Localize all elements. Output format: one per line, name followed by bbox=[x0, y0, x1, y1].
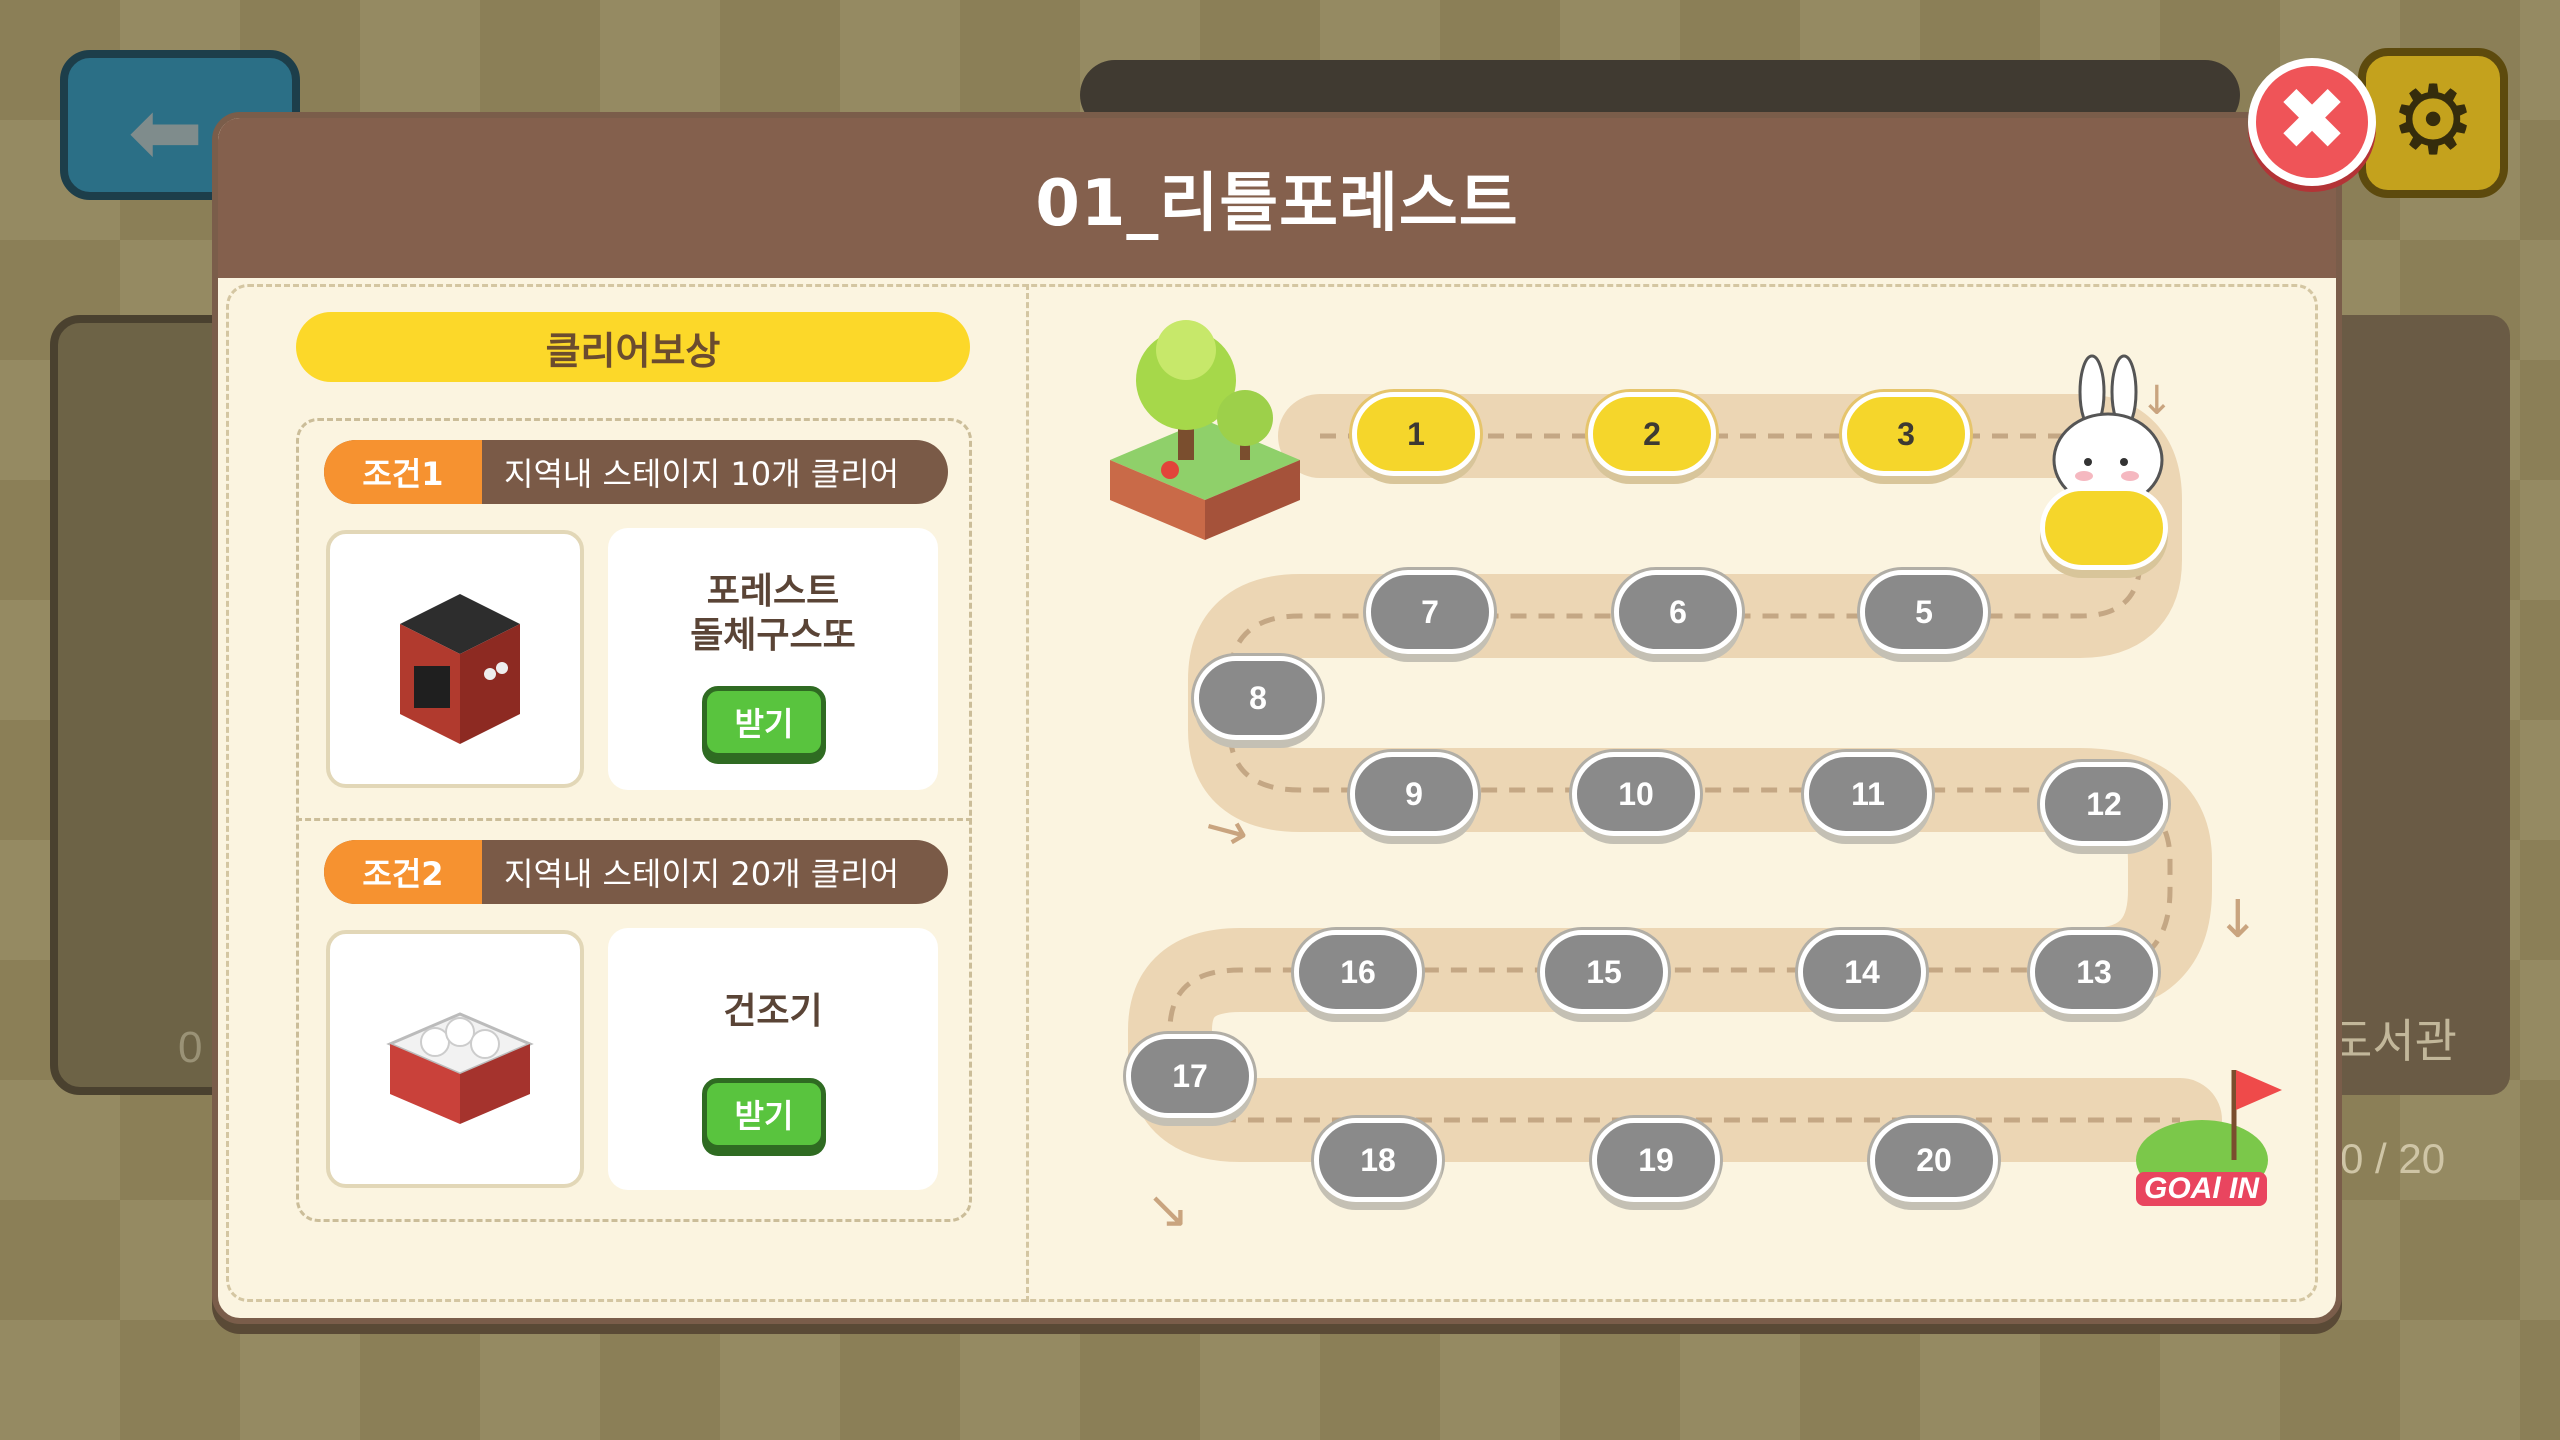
popup-title: 01_리틀포레스트 bbox=[1035, 167, 1519, 241]
background-right-card bbox=[2320, 315, 2510, 1095]
dryer-icon bbox=[386, 1012, 534, 1124]
stage-7[interactable]: 7 bbox=[1366, 570, 1494, 654]
right-card-label: 도서관 bbox=[2330, 1015, 2457, 1067]
reward-item-2-card bbox=[326, 930, 584, 1188]
condition-2-text: 지역내 스테이지 20개 클리어 bbox=[504, 855, 900, 893]
stage-12[interactable]: 12 bbox=[2040, 762, 2168, 846]
settings-button[interactable]: ⚙ bbox=[2358, 48, 2508, 198]
stage-2[interactable]: 2 bbox=[1588, 392, 1716, 476]
stage-11[interactable]: 11 bbox=[1804, 752, 1932, 836]
reward-item-1-info: 포레스트 돌체구스또 받기 bbox=[608, 528, 938, 790]
receive-button-2[interactable]: 받기 bbox=[702, 1078, 826, 1150]
coffee-machine-icon bbox=[400, 594, 520, 744]
direction-arrow-icon: ↘ bbox=[1146, 1180, 1190, 1240]
reward-item-1-name-line2: 돌체구스또 bbox=[690, 615, 856, 656]
close-button[interactable]: ✖ bbox=[2248, 58, 2376, 186]
gear-icon: ⚙ bbox=[2389, 64, 2477, 176]
stage-6[interactable]: 6 bbox=[1614, 570, 1742, 654]
panel-divider bbox=[1026, 284, 1029, 1302]
right-card-count: 0 / 20 bbox=[2340, 1135, 2446, 1182]
stage-20[interactable]: 20 bbox=[1870, 1118, 1998, 1202]
stage-14[interactable]: 14 bbox=[1798, 930, 1926, 1014]
goal-label: GOAl IN bbox=[2136, 1172, 2268, 1206]
stage-18[interactable]: 18 bbox=[1314, 1118, 1442, 1202]
goal-flag[interactable]: GOAl IN bbox=[2132, 1060, 2282, 1210]
condition-2-tag: 조건2 bbox=[324, 840, 482, 904]
reward-item-1-card bbox=[326, 530, 584, 788]
left-card-label: 0 bbox=[178, 1023, 203, 1072]
forest-island-icon bbox=[1110, 320, 1300, 540]
stage-5[interactable]: 5 bbox=[1860, 570, 1988, 654]
stage-4-current[interactable] bbox=[2040, 486, 2168, 570]
stage-13[interactable]: 13 bbox=[2030, 930, 2158, 1014]
reward-separator bbox=[296, 818, 972, 821]
condition-2-bar: 조건2 지역내 스테이지 20개 클리어 bbox=[324, 840, 948, 904]
receive-button-1[interactable]: 받기 bbox=[702, 686, 826, 758]
stage-19[interactable]: 19 bbox=[1592, 1118, 1720, 1202]
stage-15[interactable]: 15 bbox=[1540, 930, 1668, 1014]
condition-1-bar: 조건1 지역내 스테이지 10개 클리어 bbox=[324, 440, 948, 504]
stage-3[interactable]: 3 bbox=[1842, 392, 1970, 476]
reward-item-2-info: 건조기 받기 bbox=[608, 928, 938, 1190]
clear-reward-title: 클리어보상 bbox=[296, 312, 970, 382]
popup-header: 01_리틀포레스트 bbox=[218, 118, 2336, 278]
condition-1-tag: 조건1 bbox=[324, 440, 482, 504]
stage-17[interactable]: 17 bbox=[1126, 1034, 1254, 1118]
close-icon: ✖ bbox=[2275, 70, 2349, 170]
reward-item-2-name-line1: 건조기 bbox=[723, 991, 823, 1032]
stage-1[interactable]: 1 bbox=[1352, 392, 1480, 476]
stage-10[interactable]: 10 bbox=[1572, 752, 1700, 836]
stage-8[interactable]: 8 bbox=[1194, 656, 1322, 740]
condition-1-text: 지역내 스테이지 10개 클리어 bbox=[504, 455, 900, 493]
reward-item-1-name-line1: 포레스트 bbox=[706, 571, 840, 612]
direction-arrow-icon: ↓ bbox=[2140, 378, 2174, 424]
stage-16[interactable]: 16 bbox=[1294, 930, 1422, 1014]
stage-9[interactable]: 9 bbox=[1350, 752, 1478, 836]
back-arrow-icon: ⬅ bbox=[128, 80, 204, 185]
direction-arrow-icon: ↓ bbox=[2216, 890, 2260, 950]
